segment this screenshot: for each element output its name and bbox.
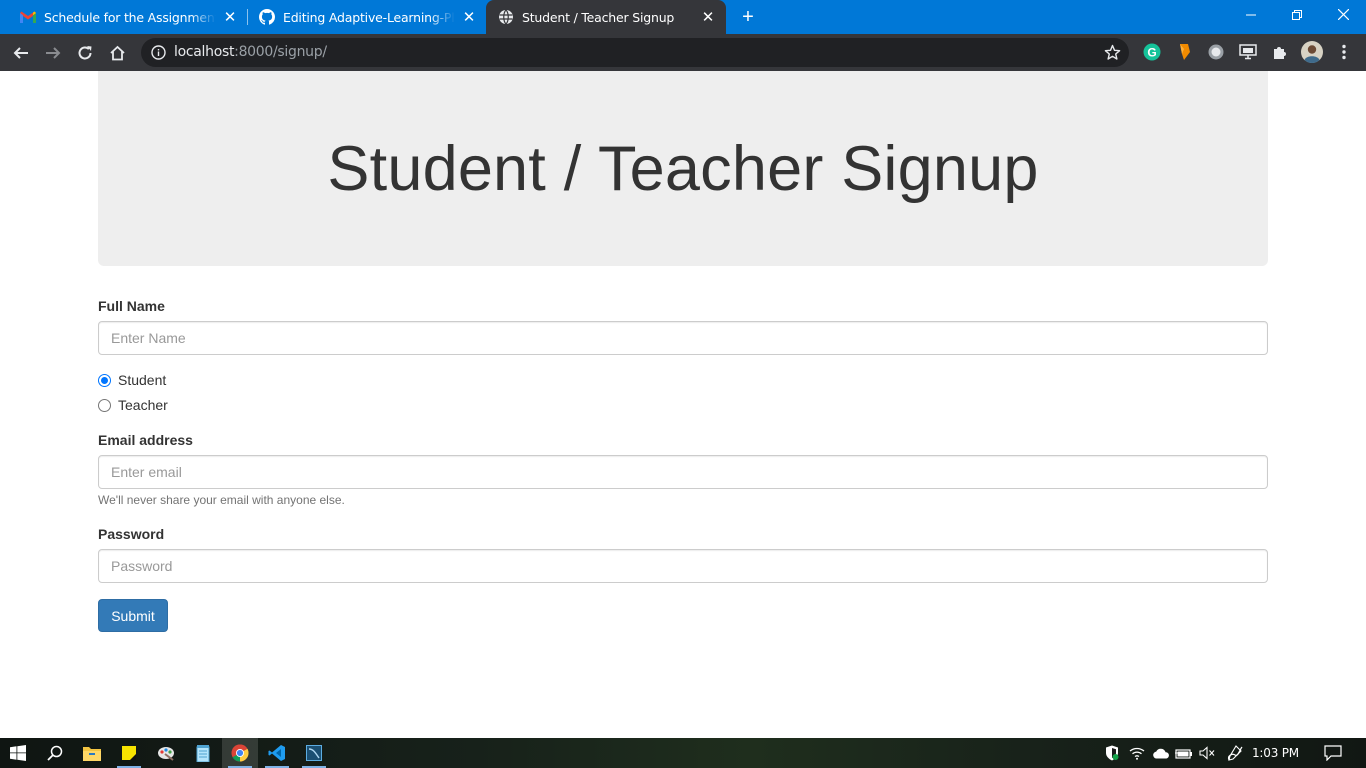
mysql-workbench-icon[interactable] <box>296 738 332 768</box>
extensions-puzzle-icon[interactable] <box>1270 42 1290 62</box>
jumbotron: Student / Teacher Signup <box>98 71 1268 266</box>
submit-button[interactable]: Submit <box>98 599 168 632</box>
github-icon <box>259 9 275 25</box>
signup-page: Student / Teacher Signup Full Name Stude… <box>0 71 1366 738</box>
extension-orange-icon[interactable] <box>1174 42 1194 62</box>
url-host: localhost <box>174 44 235 60</box>
close-tab-icon[interactable]: ✕ <box>222 9 238 25</box>
close-tab-icon[interactable]: ✕ <box>700 9 716 25</box>
student-radio-option[interactable]: Student <box>98 372 166 388</box>
close-window-icon[interactable] <box>1320 0 1366 30</box>
teacher-radio-option[interactable]: Teacher <box>98 397 168 413</box>
tab-github[interactable]: Editing Adaptive-Learning-Platform ✕ <box>239 0 485 34</box>
tab-title: Schedule for the Assignment of Course <box>44 9 216 25</box>
tab-gmail[interactable]: Schedule for the Assignment of Course ✕ <box>0 0 246 34</box>
teacher-radio[interactable] <box>98 398 111 412</box>
email-input[interactable] <box>98 455 1268 489</box>
security-shield-icon[interactable] <box>1103 738 1121 768</box>
student-radio[interactable] <box>98 373 111 387</box>
minimize-icon[interactable] <box>1228 0 1274 30</box>
full-name-label: Full Name <box>98 298 165 314</box>
student-radio-label: Student <box>118 372 167 388</box>
cast-screen-icon[interactable] <box>1238 42 1258 62</box>
email-help-text: We'll never share your email with anyone… <box>98 493 345 507</box>
reload-icon[interactable] <box>72 40 98 66</box>
battery-icon[interactable] <box>1174 738 1194 768</box>
tab-title: Student / Teacher Signup <box>522 9 675 25</box>
url-path: :8000/signup/ <box>234 44 327 60</box>
gmail-icon <box>20 9 36 25</box>
tab-signup-active[interactable]: Student / Teacher Signup ✕ <box>486 0 726 34</box>
file-explorer-icon[interactable] <box>74 738 110 768</box>
paint-icon[interactable] <box>148 738 184 768</box>
page-title: Student / Teacher Signup <box>327 133 1039 204</box>
url-text: localhost:8000/signup/ <box>174 38 327 67</box>
chrome-menu-icon[interactable] <box>1334 42 1354 62</box>
password-input[interactable] <box>98 549 1268 583</box>
windows-taskbar: 1:03 PM <box>0 738 1366 768</box>
globe-icon <box>498 9 514 25</box>
grammarly-icon[interactable]: G <box>1142 42 1162 62</box>
bookmark-star-icon[interactable] <box>1104 44 1121 61</box>
notepad-icon[interactable] <box>185 738 221 768</box>
onedrive-cloud-icon[interactable] <box>1151 738 1171 768</box>
address-bar[interactable]: localhost:8000/signup/ <box>141 38 1129 67</box>
forward-icon[interactable] <box>40 40 66 66</box>
restore-icon[interactable] <box>1274 0 1320 30</box>
wifi-icon[interactable] <box>1128 738 1146 768</box>
taskbar-clock[interactable]: 1:03 PM <box>1252 738 1299 768</box>
browser-toolbar: localhost:8000/signup/ G <box>0 34 1366 71</box>
extension-circle-icon[interactable] <box>1206 42 1226 62</box>
svg-text:G: G <box>1147 46 1156 60</box>
action-center-icon[interactable] <box>1322 738 1344 768</box>
windows-start-icon[interactable] <box>0 738 36 768</box>
profile-avatar[interactable] <box>1300 40 1324 64</box>
close-tab-icon[interactable]: ✕ <box>461 9 477 25</box>
site-info-icon[interactable] <box>151 45 166 60</box>
teacher-radio-label: Teacher <box>118 397 168 413</box>
tab-title: Editing Adaptive-Learning-Platform <box>283 9 455 25</box>
home-icon[interactable] <box>104 40 130 66</box>
new-tab-button[interactable]: + <box>736 5 760 29</box>
password-label: Password <box>98 526 165 542</box>
search-icon[interactable] <box>37 738 73 768</box>
volume-muted-icon[interactable] <box>1197 738 1217 768</box>
vscode-icon[interactable] <box>259 738 295 768</box>
pen-workspace-icon[interactable] <box>1224 738 1246 768</box>
email-label: Email address <box>98 432 193 448</box>
full-name-input[interactable] <box>98 321 1268 355</box>
chrome-icon[interactable] <box>222 738 258 768</box>
sticky-notes-icon[interactable] <box>111 738 147 768</box>
back-icon[interactable] <box>8 40 34 66</box>
browser-tab-strip: Schedule for the Assignment of Course ✕ … <box>0 0 1366 34</box>
